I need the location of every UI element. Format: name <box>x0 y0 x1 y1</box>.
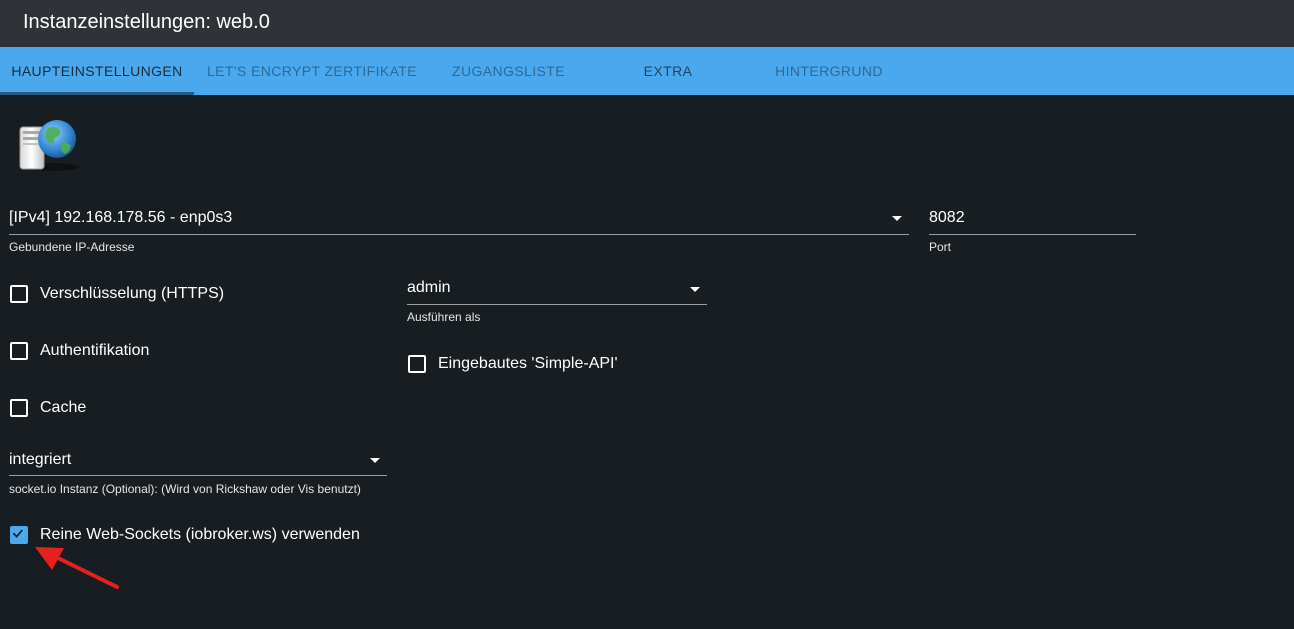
tab-bar: HAUPTEINSTELLUNGEN LET'S ENCRYPT ZERTIFI… <box>0 47 1294 95</box>
socketio-helper: socket.io Instanz (Optional): (Wird von … <box>9 482 361 496</box>
tab-hintergrund[interactable]: HINTERGRUND <box>749 47 909 95</box>
check-icon <box>12 529 23 538</box>
socketio-instance-select[interactable]: integriert <box>9 451 71 469</box>
https-checkbox-label[interactable]: Verschlüsselung (HTTPS) <box>40 285 224 303</box>
server-globe-icon <box>19 120 79 171</box>
websockets-checkbox[interactable] <box>10 526 28 544</box>
run-as-underline <box>407 304 707 305</box>
auth-checkbox[interactable] <box>10 342 28 360</box>
title-bar: Instanzeinstellungen: web.0 <box>0 0 1294 47</box>
red-arrow-icon <box>35 547 119 589</box>
caret-down-icon[interactable] <box>370 458 380 463</box>
caret-down-icon[interactable] <box>892 216 902 221</box>
auth-checkbox-label[interactable]: Authentifikation <box>40 342 149 360</box>
ip-address-underline <box>9 234 909 235</box>
run-as-select[interactable]: admin <box>407 279 451 297</box>
tab-zugangsliste[interactable]: ZUGANGSLISTE <box>430 47 587 95</box>
port-helper: Port <box>929 240 952 254</box>
simple-api-checkbox-label[interactable]: Eingebautes 'Simple-API' <box>438 355 618 373</box>
ip-address-helper: Gebundene IP-Adresse <box>9 240 135 254</box>
ip-address-select[interactable]: [IPv4] 192.168.178.56 - enp0s3 <box>9 209 232 227</box>
tab-extra[interactable]: EXTRA <box>587 47 749 95</box>
tab-active-indicator <box>0 92 194 95</box>
tab-haupteinstellungen[interactable]: HAUPTEINSTELLUNGEN <box>0 47 194 95</box>
port-input[interactable]: 8082 <box>929 209 965 227</box>
cache-checkbox[interactable] <box>10 399 28 417</box>
tab-lets-encrypt[interactable]: LET'S ENCRYPT ZERTIFIKATE <box>194 47 430 95</box>
window-title: Instanzeinstellungen: web.0 <box>23 11 270 33</box>
port-underline <box>929 234 1136 235</box>
run-as-helper: Ausführen als <box>407 310 481 324</box>
cache-checkbox-label[interactable]: Cache <box>40 399 86 417</box>
simple-api-checkbox[interactable] <box>408 355 426 373</box>
socketio-underline <box>9 475 387 476</box>
https-checkbox[interactable] <box>10 285 28 303</box>
caret-down-icon[interactable] <box>690 287 700 292</box>
